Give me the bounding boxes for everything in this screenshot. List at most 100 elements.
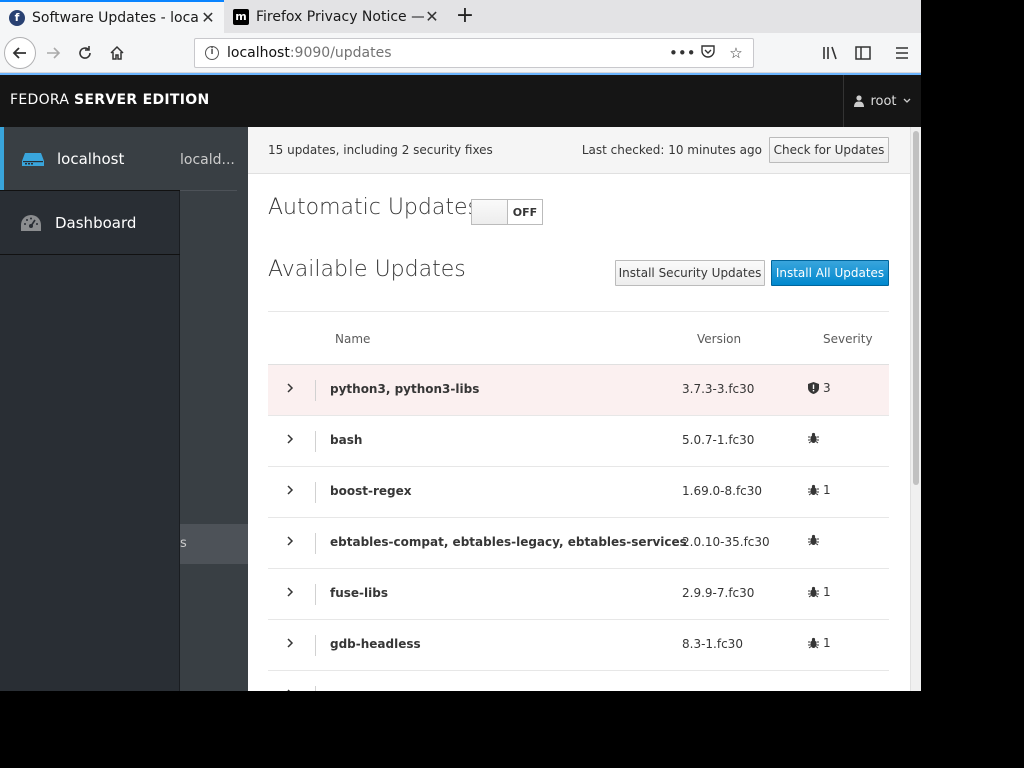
navigation-bar: i localhost :9090/updates ••• ☆ [0, 33, 921, 73]
tab-title: Software Updates - localhost [32, 9, 200, 26]
package-version: 1.69.0-8.fc30 [682, 484, 763, 498]
package-name: bash [330, 433, 363, 447]
column-header-name: Name [335, 332, 371, 346]
nav-item-label: s [180, 536, 187, 551]
severity-count: 3 [823, 381, 831, 395]
site-info-icon[interactable]: i [205, 46, 219, 60]
nav-item-software-updates[interactable]: s [180, 524, 248, 564]
updates-page: 15 updates, including 2 security fixes L… [248, 127, 910, 691]
brand-title: FEDORA SERVER EDITION [10, 92, 209, 108]
dashboard-icon [20, 214, 42, 232]
chevron-right-icon[interactable] [285, 687, 301, 691]
package-name: boost-regex [330, 484, 412, 498]
updates-summary: 15 updates, including 2 security fixes [268, 143, 493, 157]
check-for-updates-button[interactable]: Check for Updates [769, 137, 889, 163]
page-actions-icon[interactable]: ••• [669, 44, 696, 62]
severity-cell: 1 [808, 636, 831, 650]
install-security-updates-button[interactable]: Install Security Updates [615, 260, 765, 286]
close-tab-icon[interactable]: ✕ [200, 8, 216, 27]
host-item-dashboard[interactable]: Dashboard [0, 191, 180, 254]
last-checked: Last checked: 10 minutes ago [581, 143, 762, 157]
available-updates-title: Available Updates [268, 257, 466, 282]
table-row[interactable]: ebtables-compat, ebtables-legacy, ebtabl… [268, 518, 889, 569]
severity-cell [808, 534, 823, 546]
severity-count: 1 [823, 636, 831, 650]
row-separator [315, 686, 316, 691]
severity-cell: 3 [808, 381, 831, 395]
bug-icon [808, 637, 819, 649]
table-row[interactable]: gdb-headless 8.3-1.fc30 1 [268, 620, 889, 671]
back-button[interactable] [4, 37, 36, 69]
chevron-right-icon[interactable] [285, 534, 301, 552]
browser-window: f Software Updates - localhost ✕ m Firef… [0, 0, 921, 691]
table-row[interactable]: fuse-libs 2.9.9-7.fc30 1 [268, 569, 889, 620]
sidebar-toggle-icon[interactable] [849, 38, 877, 68]
package-version: 3.7.3-3.fc30 [682, 382, 755, 396]
table-header: Name Version Severity [268, 311, 889, 365]
navigation-sidebar: locald... s [180, 127, 248, 691]
updates-summary-bar: 15 updates, including 2 security fixes L… [248, 127, 910, 174]
reload-icon [79, 46, 91, 59]
table-row[interactable]: bash 5.0.7-1.fc30 [268, 416, 889, 467]
brand-prefix: FEDORA [10, 92, 70, 108]
menu-hamburger-icon[interactable] [888, 38, 916, 68]
table-row[interactable] [268, 671, 889, 691]
chevron-right-icon[interactable] [285, 585, 301, 603]
toggle-knob [472, 200, 508, 224]
tab-title: Firefox Privacy Notice — [256, 8, 424, 25]
chevron-right-icon[interactable] [285, 432, 301, 450]
url-bar[interactable]: i localhost :9090/updates ••• ☆ [194, 38, 754, 68]
fedora-favicon-icon: f [9, 9, 25, 26]
bookmark-star-icon[interactable]: ☆ [725, 44, 747, 62]
user-name: root [870, 93, 897, 109]
nav-host-label[interactable]: locald... [180, 152, 235, 168]
row-separator [315, 533, 316, 554]
row-separator [315, 380, 316, 401]
content-scrollbar[interactable] [910, 127, 921, 691]
bug-icon [808, 432, 819, 444]
package-name: fuse-libs [330, 586, 388, 600]
forward-button[interactable] [38, 38, 68, 68]
home-button[interactable] [102, 38, 132, 68]
chevron-right-icon[interactable] [285, 381, 301, 399]
user-menu[interactable]: root [843, 75, 921, 127]
chevron-right-icon[interactable] [285, 636, 301, 654]
host-label: Dashboard [55, 213, 137, 232]
pocket-icon[interactable] [697, 43, 719, 63]
severity-cell: 1 [808, 483, 831, 497]
close-tab-icon[interactable]: ✕ [424, 7, 440, 26]
package-name: gdb-headless [330, 637, 421, 651]
severity-cell [808, 432, 823, 444]
brand-suffix: SERVER EDITION [74, 92, 210, 108]
cockpit-header: FEDORA SERVER EDITION root [0, 75, 921, 127]
tab-privacy-notice[interactable]: m Firefox Privacy Notice — ✕ [224, 0, 448, 33]
severity-cell: 1 [808, 585, 831, 599]
bug-icon [808, 484, 819, 496]
mozilla-favicon-icon: m [233, 8, 249, 25]
row-separator [315, 431, 316, 452]
chevron-down-icon [903, 98, 910, 103]
install-all-updates-button[interactable]: Install All Updates [771, 260, 889, 286]
server-icon [22, 151, 44, 167]
toggle-state: OFF [512, 205, 538, 219]
chevron-right-icon[interactable] [285, 483, 301, 501]
host-item-localhost[interactable]: localhost [0, 127, 180, 190]
library-icon[interactable] [817, 38, 845, 68]
table-row[interactable]: python3, python3-libs 3.7.3-3.fc30 3 [268, 365, 889, 416]
package-version: 2.0.10-35.fc30 [682, 535, 770, 549]
host-divider [0, 254, 180, 255]
table-row[interactable]: boost-regex 1.69.0-8.fc30 1 [268, 467, 889, 518]
row-separator [315, 584, 316, 605]
tab-software-updates[interactable]: f Software Updates - localhost ✕ [0, 0, 224, 33]
scrollbar-thumb[interactable] [913, 131, 919, 485]
url-host: localhost [227, 45, 290, 61]
arrow-left-icon [12, 47, 26, 59]
host-sidebar: localhost Dashboard [0, 127, 180, 691]
nav-divider [180, 190, 237, 191]
automatic-updates-title: Automatic Updates [268, 195, 479, 220]
automatic-updates-toggle[interactable]: OFF [471, 199, 543, 225]
security-shield-icon [808, 382, 819, 394]
new-tab-icon[interactable]: + [452, 4, 478, 30]
reload-button[interactable] [70, 38, 100, 68]
home-icon [110, 45, 124, 60]
